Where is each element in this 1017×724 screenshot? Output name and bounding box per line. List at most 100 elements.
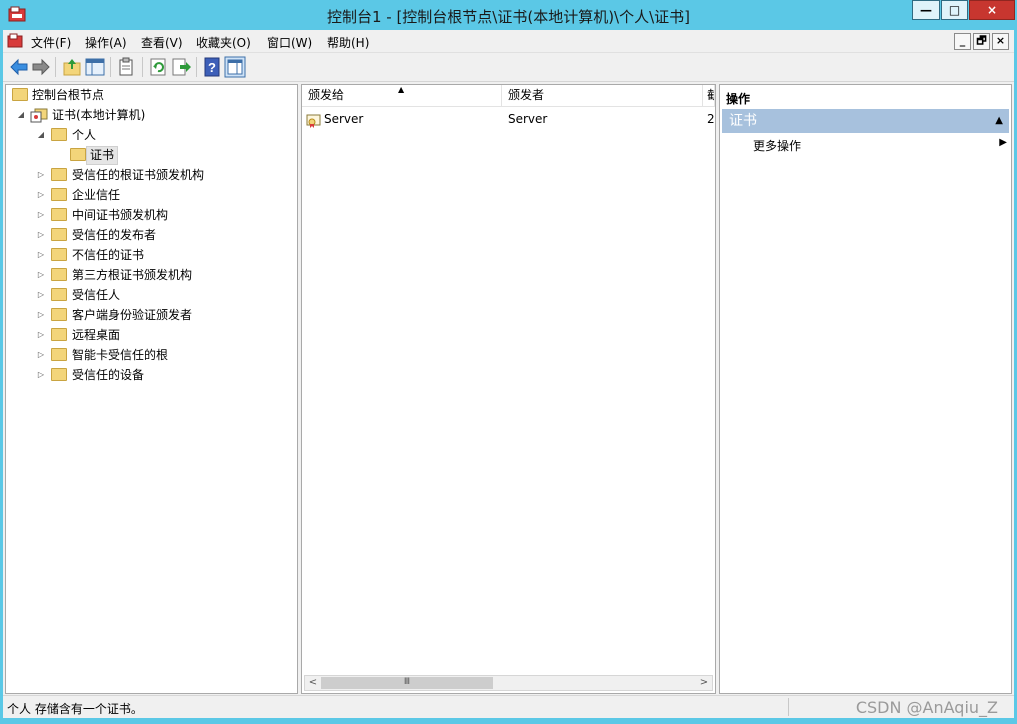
tree-item-label: 证书(本地计算机) [52,108,146,122]
menu-file[interactable]: 文件(F) [31,34,71,51]
menu-help[interactable]: 帮助(H) [327,34,369,51]
menu-favorites[interactable]: 收藏夹(O) [196,34,251,51]
status-divider [788,698,789,716]
folder-icon [51,268,67,281]
tree-item-store[interactable]: ▷ 受信任的设备 [6,365,296,385]
tree-item-label: 个人 [72,128,97,142]
tree-item-store[interactable]: ▷ 远程桌面 [6,325,296,345]
tree-item-certificates[interactable]: 证书 [6,145,296,165]
properties-icon[interactable] [115,56,137,78]
tree-item-label: 客户端身份验证颁发者 [72,308,193,322]
tree-item-label: 受信任的发布者 [72,228,157,242]
folder-icon [51,188,67,201]
tree-item-label: 受信任的根证书颁发机构 [72,168,205,182]
mmc-doc-icon[interactable] [7,33,23,49]
work-area: 控制台根节点 ◢ 证书(本地计算机) ◢ 个人 证书 ▷ 受信任的根证书颁发机构 ▷… [3,82,1014,695]
export-list-icon[interactable] [170,56,192,78]
refresh-icon[interactable] [147,56,169,78]
tree-item-personal[interactable]: ◢ 个人 [6,125,296,145]
expanded-arrow-icon[interactable]: ◢ [36,125,46,145]
result-list[interactable]: 颁发给 ▲ 颁发者 截 Server Server 2 < Ⅲ > [301,84,716,694]
tree-item-label: 第三方根证书颁发机构 [72,268,193,282]
folder-icon [51,168,67,181]
actions-section-certificates[interactable]: 证书 ▲ [722,109,1009,133]
show-tree-icon[interactable] [84,56,106,78]
collapsed-arrow-icon[interactable]: ▷ [36,225,46,245]
collapsed-arrow-icon[interactable]: ▷ [36,265,46,285]
tree-item-label: 控制台根节点 [32,88,105,102]
tree-item-label: 证书 [86,146,119,165]
tree-item-store[interactable]: ▷ 企业信任 [6,185,296,205]
tree-item-label: 中间证书颁发机构 [72,208,169,222]
folder-icon [51,328,67,341]
expanded-arrow-icon[interactable]: ◢ [16,105,26,125]
folder-icon [51,248,67,261]
collapsed-arrow-icon[interactable]: ▷ [36,205,46,225]
tree-item-store[interactable]: ▷ 智能卡受信任的根 [6,345,296,365]
column-label: 颁发给 [308,88,345,102]
tree-item-store[interactable]: ▷ 不信任的证书 [6,245,296,265]
minimize-button[interactable]: — [912,0,940,20]
cell-issued-to: Server [324,112,364,126]
scroll-right-icon[interactable]: > [696,676,712,690]
menu-action[interactable]: 操作(A) [85,34,127,51]
column-header-expiration[interactable]: 截 [703,85,715,107]
close-button[interactable]: × [969,0,1015,20]
horizontal-scrollbar[interactable]: < Ⅲ > [304,675,713,691]
tree-item-store[interactable]: ▷ 客户端身份验证颁发者 [6,305,296,325]
console-tree[interactable]: 控制台根节点 ◢ 证书(本地计算机) ◢ 个人 证书 ▷ 受信任的根证书颁发机构 ▷… [5,84,298,694]
more-actions-item[interactable]: 更多操作 [753,137,801,154]
column-header-issued-by[interactable]: 颁发者 [502,85,703,107]
actions-title: 操作 [726,92,751,106]
tree-item-label: 受信任的设备 [72,368,145,382]
forward-arrow-icon[interactable] [30,56,52,78]
collapsed-arrow-icon[interactable]: ▷ [36,365,46,385]
folder-icon [70,148,86,161]
collapsed-arrow-icon[interactable]: ▷ [36,165,46,185]
collapsed-arrow-icon[interactable]: ▷ [36,185,46,205]
tree-item-store[interactable]: ▷ 受信任人 [6,285,296,305]
folder-icon [51,348,67,361]
mdi-restore-button[interactable]: 🗗 [973,33,990,50]
actions-section-label: 证书 [729,113,757,129]
status-bar: 个人 存储含有一个证书。 CSDN @AnAqiu_Z [3,695,1014,718]
scrollbar-thumb[interactable]: Ⅲ [321,677,493,689]
mdi-close-button[interactable]: × [992,33,1009,50]
tree-item-label: 远程桌面 [72,328,121,342]
maximize-button[interactable]: □ [941,0,968,20]
mdi-minimize-button[interactable]: _ [954,33,971,50]
column-header-issued-to[interactable]: 颁发给 ▲ [302,85,502,107]
toolbar-separator [55,57,56,77]
show-action-pane-icon[interactable] [224,56,246,78]
window-title: 控制台1 - [控制台根节点\证书(本地计算机)\个人\证书] [326,8,691,26]
tree-item-label: 智能卡受信任的根 [72,348,169,362]
up-folder-icon[interactable] [61,56,83,78]
tree-item-store[interactable]: ▷ 第三方根证书颁发机构 [6,265,296,285]
submenu-arrow-icon[interactable]: ▶ [999,137,1007,148]
folder-icon [12,88,28,101]
column-label: 颁发者 [508,88,545,102]
collapsed-arrow-icon[interactable]: ▷ [36,325,46,345]
collapse-up-icon[interactable]: ▲ [995,109,1003,133]
scroll-left-icon[interactable]: < [305,676,321,690]
tree-item-certificates-local[interactable]: ◢ 证书(本地计算机) [6,105,296,125]
title-bar[interactable]: 控制台1 - [控制台根节点\证书(本地计算机)\个人\证书] — □ × [0,0,1017,30]
cell-expiration: 2 [707,112,715,126]
menu-window[interactable]: 窗口(W) [267,34,312,51]
tree-item-console-root[interactable]: 控制台根节点 [6,85,296,105]
folder-icon [51,288,67,301]
collapsed-arrow-icon[interactable]: ▷ [36,345,46,365]
tree-item-store[interactable]: ▷ 中间证书颁发机构 [6,205,296,225]
menu-view[interactable]: 查看(V) [141,34,183,51]
tree-item-store[interactable]: ▷ 受信任的发布者 [6,225,296,245]
tree-item-store[interactable]: ▷ 受信任的根证书颁发机构 [6,165,296,185]
collapsed-arrow-icon[interactable]: ▷ [36,245,46,265]
status-text: 个人 存储含有一个证书。 [7,702,143,716]
back-arrow-icon[interactable] [8,56,30,78]
collapsed-arrow-icon[interactable]: ▷ [36,285,46,305]
tree-item-label: 不信任的证书 [72,248,145,262]
help-icon[interactable]: ? [201,56,223,78]
tree-item-label: 企业信任 [72,188,121,202]
collapsed-arrow-icon[interactable]: ▷ [36,305,46,325]
sort-ascending-icon: ▲ [398,85,405,94]
